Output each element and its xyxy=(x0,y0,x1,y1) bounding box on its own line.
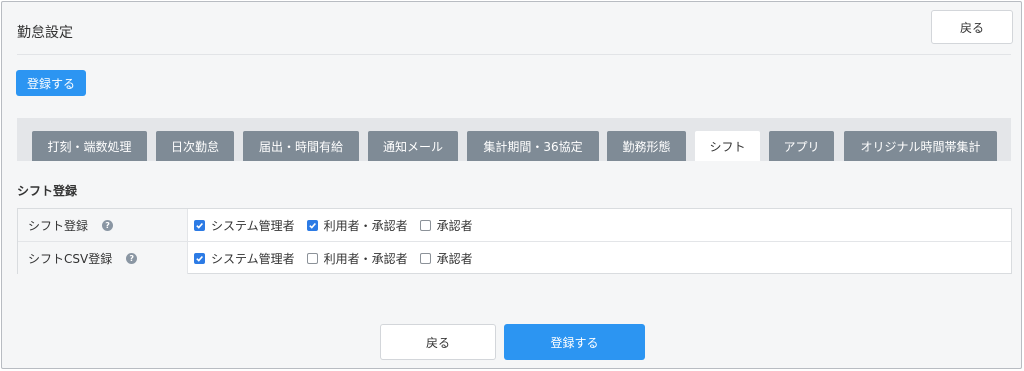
checkbox-user-approver[interactable]: 利用者・承認者 xyxy=(306,250,408,267)
question-circle-icon[interactable]: ? xyxy=(102,219,114,231)
page-title: 勤怠設定 xyxy=(17,25,73,41)
permission-table: シフト登録 ? システム管理者 利用者・承認者 承認者 シフトCSV登録 ? シ… xyxy=(17,208,1012,274)
row-label-cell: シフト登録 ? xyxy=(18,209,188,241)
role-options: システム管理者 利用者・承認者 承認者 xyxy=(194,242,485,274)
tab-app[interactable]: アプリ xyxy=(769,131,834,161)
checkbox-icon[interactable] xyxy=(419,252,431,264)
checkbox-user-approver[interactable]: 利用者・承認者 xyxy=(306,217,408,234)
table-row: シフト登録 ? システム管理者 利用者・承認者 承認者 xyxy=(18,209,1011,242)
tab-work-style[interactable]: 勤務形態 xyxy=(607,131,686,161)
tab-bar: 打刻・端数処理 日次勤怠 届出・時間有給 通知メール 集計期間・36協定 勤務形… xyxy=(17,118,1011,161)
back-button-top[interactable]: 戻る xyxy=(931,10,1013,44)
settings-panel: 勤怠設定 戻る 登録する 打刻・端数処理 日次勤怠 届出・時間有給 通知メール … xyxy=(1,1,1022,369)
question-circle-icon[interactable]: ? xyxy=(126,252,138,264)
checkbox-icon[interactable] xyxy=(194,252,205,264)
row-label: シフトCSV登録 xyxy=(28,251,113,266)
checkbox-approver[interactable]: 承認者 xyxy=(419,217,473,234)
checkbox-system-admin[interactable]: システム管理者 xyxy=(194,217,295,234)
role-options: システム管理者 利用者・承認者 承認者 xyxy=(194,209,485,241)
header-divider xyxy=(17,54,1011,55)
row-label-cell: シフトCSV登録 ? xyxy=(18,242,188,274)
register-button-bottom[interactable]: 登録する xyxy=(504,324,645,360)
tab-shift[interactable]: シフト xyxy=(695,131,760,161)
section-title: シフト登録 xyxy=(17,184,78,198)
back-button-bottom[interactable]: 戻る xyxy=(380,324,496,360)
tab-notification-mail[interactable]: 通知メール xyxy=(368,131,458,161)
checkbox-icon[interactable] xyxy=(194,219,205,231)
tab-stamping-rounding[interactable]: 打刻・端数処理 xyxy=(32,131,147,161)
tab-daily-attendance[interactable]: 日次勤怠 xyxy=(156,131,234,161)
checkbox-system-admin[interactable]: システム管理者 xyxy=(194,250,295,267)
table-row: シフトCSV登録 ? システム管理者 利用者・承認者 承認者 xyxy=(18,242,1011,274)
checkbox-icon[interactable] xyxy=(306,252,318,264)
checkbox-icon[interactable] xyxy=(419,219,431,231)
row-label: シフト登録 xyxy=(28,218,89,233)
register-button-top[interactable]: 登録する xyxy=(16,70,86,96)
tab-requests-hourly-leave[interactable]: 届出・時間有給 xyxy=(243,131,359,161)
tab-original-time-zone[interactable]: オリジナル時間帯集計 xyxy=(844,131,997,161)
checkbox-approver[interactable]: 承認者 xyxy=(419,250,473,267)
checkbox-icon[interactable] xyxy=(306,219,318,231)
tab-aggregation-period[interactable]: 集計期間・36協定 xyxy=(467,131,599,161)
